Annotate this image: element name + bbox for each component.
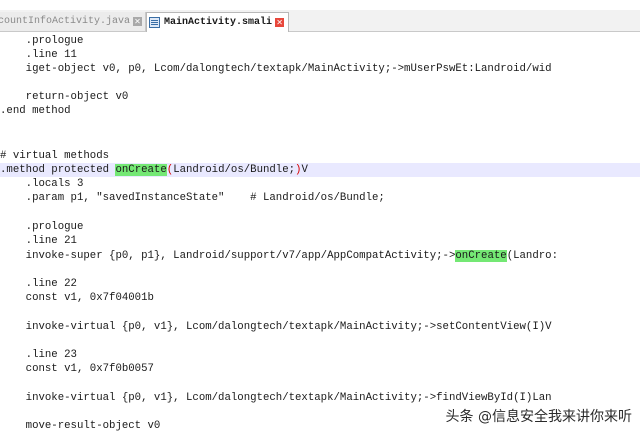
- watermark: 头条 @信息安全我来讲你来听: [445, 406, 632, 426]
- code-line: .prologue: [0, 35, 84, 47]
- code-line: invoke-super {p0, p1}, Landroid/support/…: [0, 249, 640, 263]
- code-line: .line 21: [0, 235, 77, 247]
- code-token: invoke-super {p0, p1}, Landroid/support/…: [0, 250, 456, 262]
- tab-main-activity-smali[interactable]: MainActivity.smali ✕: [146, 12, 290, 32]
- code-line: .end method: [0, 105, 71, 117]
- code-token: V: [301, 164, 308, 176]
- tab-label: countInfoActivity.java: [0, 16, 131, 27]
- code-line: .param p1, "savedInstanceState" # Landro…: [0, 192, 385, 204]
- code-line: .line 11: [0, 49, 77, 61]
- code-line: return-object v0: [0, 91, 129, 103]
- code-line-comment: # virtual methods: [0, 150, 110, 162]
- code-line: .prologue: [0, 221, 84, 233]
- code-line: const v1, 0x7f04001b: [0, 292, 154, 304]
- code-line-current: .method protected onCreate(Landroid/os/B…: [0, 163, 640, 177]
- close-icon[interactable]: ✕: [275, 18, 285, 27]
- code-line: iget-object v0, p0, Lcom/dalongtech/text…: [0, 63, 552, 75]
- tab-label: MainActivity.smali: [164, 17, 273, 28]
- search-highlight: onCreate: [115, 164, 167, 176]
- file-icon: [149, 17, 161, 28]
- code-line: invoke-virtual {p0, v1}, Lcom/dalongtech…: [0, 321, 552, 333]
- search-highlight: onCreate: [455, 250, 507, 262]
- code-line: .locals 3: [0, 178, 84, 190]
- code-token: .method protected: [0, 164, 116, 176]
- code-token: Landroid/os/Bundle;: [173, 164, 296, 176]
- code-line: .line 22: [0, 278, 77, 290]
- close-icon[interactable]: ✕: [133, 17, 143, 26]
- tab-count-info-activity-java[interactable]: countInfoActivity.java ✕: [0, 12, 147, 31]
- editor-tab-bar: countInfoActivity.java ✕ MainActivity.sm…: [0, 10, 640, 32]
- code-editor[interactable]: .prologue .line 11 iget-object v0, p0, L…: [0, 32, 640, 439]
- code-line: invoke-virtual {p0, v1}, Lcom/dalongtech…: [0, 392, 552, 404]
- code-token: (Landro:: [506, 250, 558, 262]
- code-line: .line 23: [0, 349, 77, 361]
- code-line: const v1, 0x7f0b0057: [0, 363, 154, 375]
